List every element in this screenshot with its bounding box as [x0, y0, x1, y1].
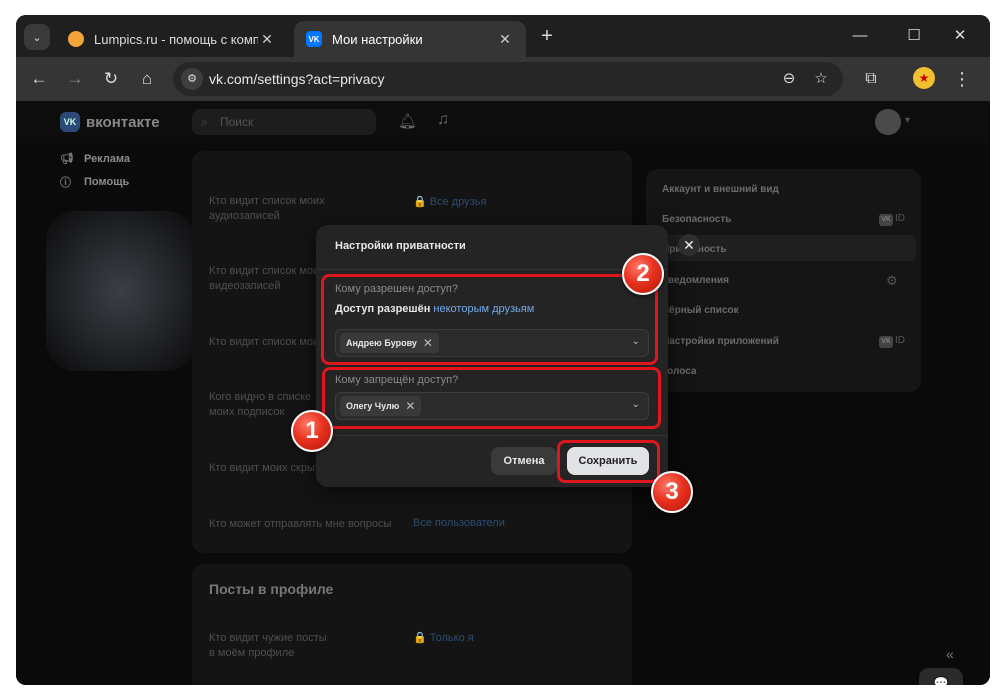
settings-menu-item[interactable]: Аккаунт и внешний вид [662, 184, 779, 195]
minimize-button[interactable]: — [845, 23, 875, 49]
annotation-highlight-save [557, 440, 660, 483]
setting-question: Кто видит чужие посты в моём профиле [209, 632, 327, 659]
dialog-divider [316, 435, 668, 436]
site-info-icon[interactable]: ⚙ [181, 68, 203, 90]
left-nav: 📢︎ Реклама ⓘ Помощь [60, 147, 130, 193]
blurred-ad-image [46, 211, 196, 371]
dialog-divider [316, 269, 668, 270]
vk-logo-text: вконтакте [86, 113, 160, 131]
annotation-badge-3: 3 [651, 471, 693, 513]
vk-logo-icon: VK [60, 112, 80, 132]
gear-icon[interactable]: ⚙ [886, 273, 898, 289]
search-icon: ⌕ [201, 115, 208, 129]
settings-menu-item[interactable]: Уведомления [662, 275, 729, 286]
reload-icon[interactable]: ↻ [99, 67, 123, 91]
close-icon[interactable]: ✕ [678, 234, 700, 256]
address-bar[interactable]: ⚙ vk.com/settings?act=privacy ⊖ ☆ [173, 62, 843, 96]
profile-avatar-icon[interactable]: ★ [913, 67, 935, 89]
collapse-icon[interactable]: « [946, 646, 954, 662]
left-nav-label: Помощь [84, 175, 130, 188]
tab-lumpics[interactable]: Lumpics.ru - помощь с компью ✕ [56, 21, 288, 57]
annotation-badge-2: 2 [622, 253, 664, 295]
close-window-button[interactable]: ✕ [945, 23, 975, 49]
megaphone-icon: 📢︎ [60, 153, 74, 165]
help-icon: ⓘ [60, 176, 71, 189]
vk-logo[interactable]: VK вконтакте [60, 112, 160, 132]
bookmark-star-icon[interactable]: ☆ [811, 69, 831, 89]
left-nav-item-help[interactable]: ⓘ Помощь [60, 170, 130, 193]
cancel-button[interactable]: Отмена [491, 447, 557, 475]
new-tab-button[interactable]: + [536, 25, 558, 47]
tab-strip: ⌄ Lumpics.ru - помощь с компью ✕ VK Мои … [16, 15, 990, 57]
user-avatar[interactable] [875, 109, 901, 135]
annotation-badge-1: 1 [291, 410, 333, 452]
browser-toolbar: ← → ↻ ⌂ ⚙ vk.com/settings?act=privacy ⊖ … [16, 57, 990, 101]
back-icon[interactable]: ← [27, 67, 51, 91]
settings-menu: Аккаунт и внешний вид Безопасность VK ID … [646, 169, 921, 392]
tab-close-icon[interactable]: ✕ [496, 31, 514, 48]
setting-value[interactable]: 🔒 Только я [413, 631, 474, 644]
lumpics-favicon-icon [68, 31, 84, 47]
notifications-bell-icon[interactable]: 🔔︎ [398, 112, 417, 130]
settings-menu-item[interactable]: Настройки приложений [662, 336, 779, 347]
vk-favicon-icon: VK [306, 31, 322, 47]
maximize-button[interactable]: ☐ [899, 23, 929, 49]
left-nav-label: Реклама [84, 152, 131, 165]
vk-search-input[interactable]: ⌕ Поиск [192, 109, 376, 135]
tab-search-button[interactable]: ⌄ [24, 24, 50, 50]
browser-menu-icon[interactable]: ⋮ [952, 67, 972, 91]
chevron-down-icon[interactable]: ▾ [905, 115, 910, 126]
dialog-title: Настройки приватности [335, 240, 466, 252]
setting-question: Кто может отправлять мне вопросы [209, 518, 392, 530]
tab-vk-settings[interactable]: VK Мои настройки ✕ [294, 21, 526, 57]
extensions-icon[interactable]: ⧉ [859, 67, 883, 91]
tab-title: Мои настройки [332, 31, 423, 47]
home-icon[interactable]: ⌂ [135, 67, 159, 91]
settings-menu-item[interactable]: Чёрный список [662, 305, 739, 316]
tab-close-icon[interactable]: ✕ [258, 31, 276, 48]
zoom-icon[interactable]: ⊖ [779, 69, 799, 89]
chat-icon[interactable]: 💬 [919, 668, 963, 685]
left-nav-item-ads[interactable]: 📢︎ Реклама [60, 147, 130, 170]
settings-menu-item[interactable]: Безопасность [662, 214, 731, 225]
music-icon[interactable]: ♫ [437, 111, 449, 129]
vk-id-badge: VK ID [879, 335, 905, 348]
search-placeholder: Поиск [220, 115, 254, 129]
annotation-highlight-allowed [321, 274, 658, 365]
tab-title: Lumpics.ru - помощь с компью [94, 31, 258, 47]
url-text[interactable]: vk.com/settings?act=privacy [209, 71, 384, 87]
posts-section-title: Посты в профиле [209, 581, 334, 597]
annotation-highlight-denied [322, 367, 661, 429]
vk-id-badge: VK ID [879, 213, 905, 226]
setting-value[interactable]: Все пользователи [413, 517, 505, 529]
setting-question: Кто видит список моих аудиозаписей [209, 195, 325, 222]
forward-icon[interactable]: → [63, 67, 87, 91]
setting-value[interactable]: 🔒 Все друзья [413, 195, 486, 208]
vk-header: VK вконтакте ⌕ Поиск 🔔︎ ♫ ▾ [16, 101, 990, 143]
